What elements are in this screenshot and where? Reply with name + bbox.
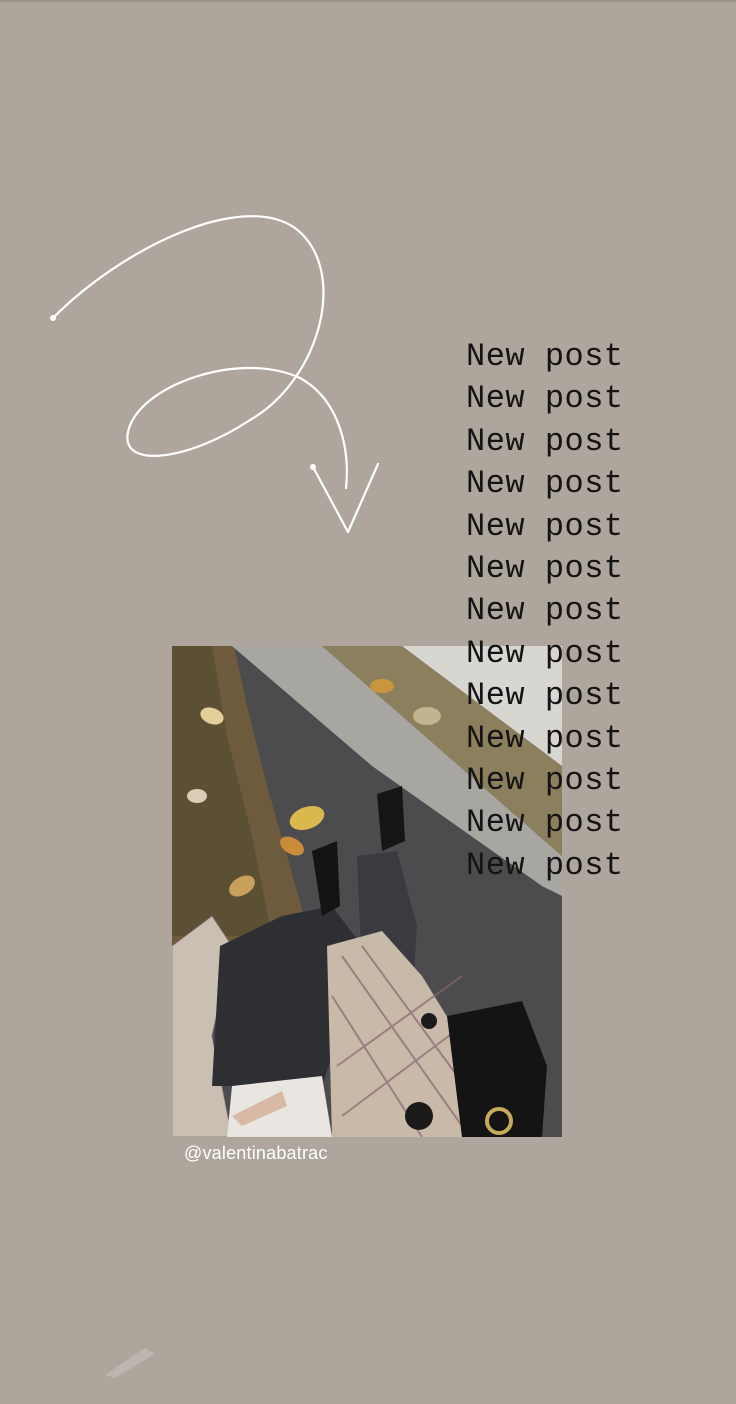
pen-watermark-icon	[105, 1348, 155, 1378]
repeat-line: New post	[466, 507, 624, 545]
repeat-line: New post	[466, 549, 624, 587]
repeat-line: New post	[466, 592, 624, 630]
repeat-line: New post	[466, 719, 624, 757]
repeat-line: New post	[466, 422, 624, 460]
repeat-line: New post	[466, 338, 624, 375]
new-post-repeated-text: New post New post New post New post New …	[466, 336, 624, 887]
repeat-line: New post	[466, 761, 624, 799]
repeat-line: New post	[466, 846, 624, 884]
repeat-line: New post	[466, 634, 624, 672]
photo-credit[interactable]: @valentinabatrac	[184, 1143, 328, 1164]
repeat-line: New post	[466, 677, 624, 715]
repeat-line: New post	[466, 465, 624, 503]
repeat-line: New post	[466, 804, 624, 842]
hand-drawn-arrow-icon	[50, 215, 380, 534]
repeat-line: New post	[466, 380, 624, 418]
